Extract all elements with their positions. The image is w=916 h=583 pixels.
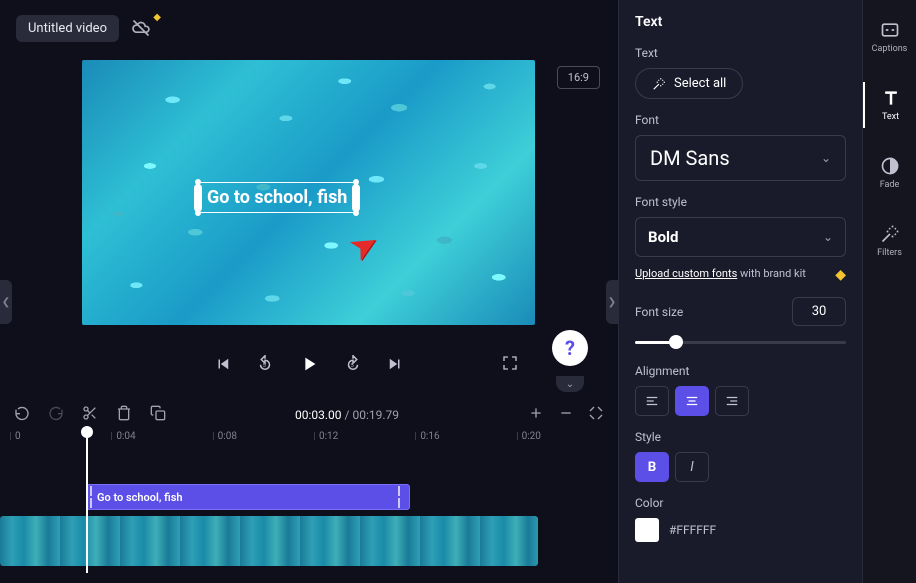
- properties-panel: Text Text Select all Font DM Sans⌄ Font …: [618, 0, 862, 583]
- duplicate-icon[interactable]: [150, 405, 166, 425]
- font-selector[interactable]: DM Sans⌄: [635, 135, 846, 181]
- play-button[interactable]: [298, 353, 320, 379]
- align-right-button[interactable]: [715, 386, 749, 416]
- svg-text:5: 5: [263, 363, 266, 369]
- chevron-down-icon: ⌄: [823, 230, 833, 244]
- fade-icon: [880, 156, 900, 176]
- rewind-5-icon[interactable]: 5: [256, 355, 274, 377]
- clip-label: Go to school, fish: [97, 491, 183, 504]
- cloud-sync-icon[interactable]: ◆: [131, 18, 151, 38]
- fontsize-label: Font size: [635, 305, 683, 319]
- sidebar-item-captions[interactable]: Captions: [863, 14, 916, 60]
- align-center-button[interactable]: [675, 386, 709, 416]
- alignment-label: Alignment: [635, 364, 846, 378]
- skip-end-icon[interactable]: [386, 355, 404, 377]
- zoom-out-icon[interactable]: [558, 405, 574, 425]
- ruler-tick: 0:04: [111, 432, 212, 440]
- fontstyle-label: Font style: [635, 195, 846, 209]
- overlay-text: Go to school, fish: [207, 187, 347, 208]
- upload-fonts-link[interactable]: Upload custom fonts: [635, 267, 737, 280]
- trash-icon[interactable]: [116, 405, 132, 425]
- font-label: Font: [635, 113, 846, 127]
- svg-text:5: 5: [351, 363, 354, 369]
- ruler-tick: 0:08: [213, 432, 314, 440]
- transport-controls: 5 5: [0, 341, 618, 391]
- ruler-tick: 0:12: [314, 432, 415, 440]
- redo-icon[interactable]: [48, 405, 64, 425]
- playhead[interactable]: [86, 428, 88, 573]
- color-value: #FFFFFF: [669, 523, 716, 537]
- filters-icon: [880, 224, 900, 244]
- sidebar-item-filters[interactable]: Filters: [863, 218, 916, 264]
- project-title[interactable]: Untitled video: [16, 15, 119, 42]
- fontsize-input[interactable]: [792, 297, 846, 326]
- italic-button[interactable]: I: [675, 452, 709, 482]
- zoom-in-icon[interactable]: [528, 405, 544, 425]
- corner-handle[interactable]: [195, 179, 201, 185]
- select-all-button[interactable]: Select all: [635, 68, 743, 99]
- wand-icon: [652, 77, 666, 91]
- diamond-icon: ◆: [153, 12, 161, 23]
- sidebar-item-text[interactable]: Text: [863, 82, 916, 128]
- text-overlay[interactable]: Go to school, fish: [198, 182, 356, 213]
- timeline-ruler[interactable]: 0 0:04 0:08 0:12 0:16 0:20: [0, 432, 618, 452]
- timeline-toolbar: 00:03.00 / 00:19.79: [0, 398, 618, 432]
- help-button[interactable]: ?: [552, 330, 588, 366]
- text-icon: [881, 88, 901, 108]
- corner-handle[interactable]: [195, 210, 201, 216]
- clip-trim-left[interactable]: [90, 485, 98, 509]
- skip-start-icon[interactable]: [214, 355, 232, 377]
- aspect-ratio-badge[interactable]: 16:9: [557, 66, 600, 89]
- fontsize-slider[interactable]: [635, 334, 846, 350]
- color-label: Color: [635, 496, 846, 510]
- slider-thumb[interactable]: [669, 335, 683, 349]
- timecode-display: 00:03.00 / 00:19.79: [295, 408, 399, 422]
- color-swatch[interactable]: [635, 518, 659, 542]
- captions-icon: [880, 20, 900, 40]
- panel-expand-right[interactable]: ❯: [606, 280, 618, 324]
- upload-fonts-note: Upload custom fonts with brand kit ◆: [635, 267, 846, 283]
- sidebar-item-fade[interactable]: Fade: [863, 150, 916, 196]
- style-label: Style: [635, 430, 846, 444]
- scissors-icon[interactable]: [82, 405, 98, 425]
- canvas-area: 16:9 Go to school, fish ➤ 5 5: [0, 56, 618, 391]
- video-preview[interactable]: Go to school, fish ➤: [82, 60, 535, 325]
- diamond-icon: ◆: [835, 267, 846, 283]
- ruler-tick: 0:20: [517, 432, 618, 440]
- align-left-button[interactable]: [635, 386, 669, 416]
- resize-handle-left[interactable]: [194, 184, 202, 212]
- text-label: Text: [635, 46, 846, 60]
- bold-button[interactable]: B: [635, 452, 669, 482]
- video-clip[interactable]: [0, 516, 538, 566]
- right-sidebar: Captions Text Fade Filters: [862, 0, 916, 583]
- chevron-down-icon: ⌄: [821, 151, 831, 165]
- zoom-fit-icon[interactable]: [588, 405, 604, 425]
- collapse-timeline-icon[interactable]: ⌄: [556, 376, 584, 392]
- ruler-tick: 0: [10, 432, 111, 440]
- clip-trim-right[interactable]: [398, 485, 406, 509]
- ruler-tick: 0:16: [415, 432, 516, 440]
- text-clip[interactable]: Go to school, fish: [86, 484, 410, 510]
- panel-expand-left[interactable]: ❮: [0, 280, 12, 324]
- forward-5-icon[interactable]: 5: [344, 355, 362, 377]
- fullscreen-icon[interactable]: [502, 355, 518, 375]
- fontstyle-selector[interactable]: Bold⌄: [635, 217, 846, 257]
- undo-icon[interactable]: [14, 405, 30, 425]
- resize-handle-right[interactable]: [352, 184, 360, 212]
- panel-heading: Text: [635, 14, 846, 30]
